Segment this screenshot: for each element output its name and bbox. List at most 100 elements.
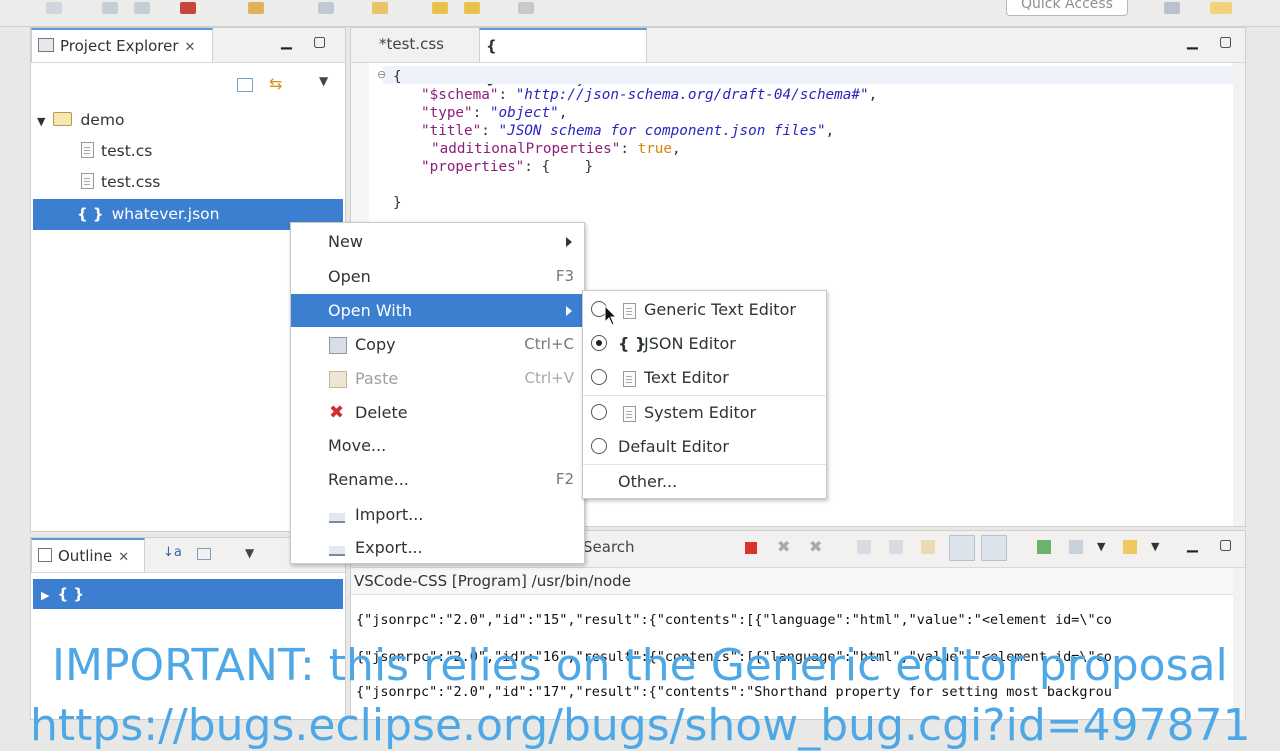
maximize-icon[interactable]: ▢ [313,34,326,50]
outline-panel: Outline ✕ ↓a ▼ ▶ { } [30,537,346,720]
quick-access-field[interactable]: Quick Access [1006,0,1128,16]
minimize-icon[interactable]: ▁ [1187,34,1198,50]
console-scrollbar[interactable] [1233,568,1245,720]
outline-root-item[interactable]: ▶ { } [33,579,343,609]
maximize-icon[interactable]: ▢ [1219,34,1232,50]
project-explorer-icon [38,38,54,52]
code-line-3: "type": "object", [421,105,568,121]
submenu-item-json-editor[interactable]: { } JSON Editor [583,327,826,361]
tab-test-css[interactable]: *test.css [373,28,483,62]
pin-console-icon[interactable] [1037,540,1051,554]
menu-item-new[interactable]: New [291,225,584,258]
back-icon[interactable] [432,2,448,14]
tab-whatever-json[interactable]: { }whatever.json✕ [479,28,647,87]
dropdown-icon[interactable]: ▼ [1151,540,1159,553]
tool-icon[interactable] [248,2,264,14]
submenu-item-default-editor[interactable]: Default Editor [583,430,826,464]
close-icon[interactable]: ✕ [118,550,129,565]
submenu-item-system-editor[interactable]: System Editor [583,396,826,430]
debug-icon[interactable] [180,2,196,14]
expand-arrow-icon[interactable]: ▶ [41,589,49,602]
clear-console-icon[interactable] [857,540,871,554]
save-icon[interactable] [102,2,118,14]
menu-item-move[interactable]: Move... [291,429,584,462]
menu-item-open[interactable]: Open F3 [291,260,584,293]
menu-item-import[interactable]: Import... [291,498,584,531]
show-on-output-icon[interactable] [949,535,975,561]
show-on-error-icon[interactable] [981,535,1007,561]
collapse-all-icon[interactable] [237,78,253,92]
submenu-arrow-icon [566,306,572,316]
dropdown-icon[interactable]: ▼ [1097,540,1105,553]
editor-tabbar: *test.css { }whatever.json✕ ▁ ▢ [351,28,1245,87]
import-icon [329,513,345,523]
tree-item-demo[interactable]: ▼ demo [37,105,124,136]
tab-label: Outline [58,547,113,565]
current-line-highlight [383,66,1233,84]
close-icon[interactable]: ✕ [185,40,196,55]
tree-label: whatever.json [111,205,220,223]
editor-scrollbar[interactable] [1233,63,1245,526]
menu-item-copy[interactable]: Copy Ctrl+C [291,328,584,361]
tab-outline[interactable]: Outline ✕ [31,538,145,572]
tab-label: Search [583,538,635,556]
menu-item-open-with[interactable]: Open With [291,294,584,327]
expand-arrow-icon[interactable]: ▼ [37,115,45,128]
tree-label: test.cs [101,142,153,160]
json-file-icon: { } [77,205,104,223]
maximize-icon[interactable]: ▢ [1219,537,1232,553]
minimize-icon[interactable]: ▁ [281,34,292,50]
sort-icon[interactable]: ↓a [163,545,182,560]
menu-item-export[interactable]: Export... [291,531,584,564]
submenu-item-generic-text-editor[interactable]: Generic Text Editor [583,293,826,327]
radio-button-selected[interactable] [591,335,607,351]
tab-label: Project Explorer [60,37,179,55]
tree-item-test-css[interactable]: test.css [81,167,160,198]
view-menu-icon[interactable]: ▼ [245,546,254,560]
menu-item-delete[interactable]: ✖ Delete [291,396,584,429]
fold-icon[interactable]: ⊖ [377,68,386,81]
view-menu-icon[interactable]: ▼ [319,74,328,88]
open-perspective-icon[interactable] [1164,2,1180,14]
tree-item-test-cs[interactable]: test.cs [81,136,152,167]
menu-item-rename[interactable]: Rename... F2 [291,463,584,496]
menu-item-paste[interactable]: Paste Ctrl+V [291,362,584,395]
search-icon[interactable] [318,2,334,14]
scroll-lock-icon[interactable] [889,540,903,554]
link-editor-icon[interactable]: ⇆ [269,74,282,93]
file-icon [623,406,636,422]
tab-project-explorer[interactable]: Project Explorer ✕ [31,28,213,62]
remove-all-icon[interactable]: ✖ [809,537,822,556]
minimize-icon[interactable]: ▁ [1187,537,1198,553]
annotation-icon[interactable] [372,2,388,14]
file-icon [81,173,94,189]
submenu-item-text-editor[interactable]: Text Editor [583,361,826,395]
open-console-icon[interactable] [1123,540,1137,554]
collapse-all-icon[interactable] [197,548,211,560]
word-wrap-icon[interactable] [921,540,935,554]
code-line-1: { [393,69,402,85]
code-line-5: "additionalProperties": true, [431,141,681,157]
display-console-icon[interactable] [1069,540,1083,554]
code-line-6: "properties": { } [421,159,594,175]
file-icon [623,303,636,319]
submenu-item-other[interactable]: Other... [583,465,826,499]
json-file-icon: { } [618,334,647,353]
forward-icon[interactable] [464,2,480,14]
remove-launch-icon[interactable]: ✖ [777,537,790,556]
terminate-icon[interactable] [745,542,757,554]
tab-search[interactable]: Search [577,531,657,565]
save-all-icon[interactable] [134,2,150,14]
radio-button[interactable] [591,438,607,454]
delete-icon: ✖ [329,402,345,423]
radio-button[interactable] [591,369,607,385]
copy-icon [329,337,347,354]
console-line: {"jsonrpc":"2.0","id":"15","result":{"co… [356,612,1112,628]
file-icon [81,142,94,158]
new-icon[interactable] [46,2,62,14]
main-toolbar: Quick Access [0,0,1280,27]
nav-icon[interactable] [518,2,534,14]
perspective-icon[interactable] [1210,2,1232,14]
code-line-8: } [393,195,402,211]
radio-button[interactable] [591,404,607,420]
